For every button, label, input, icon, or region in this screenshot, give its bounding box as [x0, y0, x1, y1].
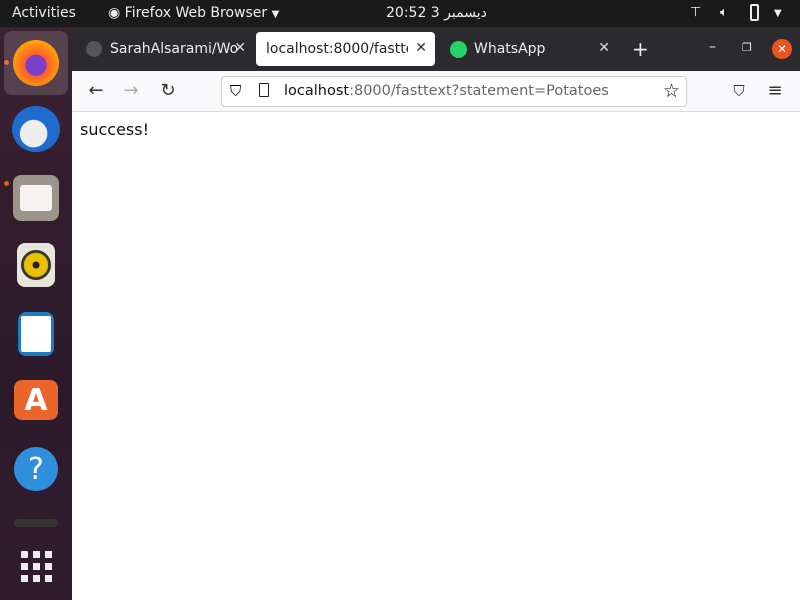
- tab-title: localhost:8000/fasttext: [266, 41, 408, 57]
- page-info-icon[interactable]: [259, 83, 269, 97]
- forward-button[interactable]: →: [120, 81, 142, 101]
- whatsapp-icon: [450, 40, 467, 58]
- speaker-icon: [21, 250, 51, 280]
- url-bar[interactable]: ⛉ localhost:8000/fasttext?statement=Pota…: [221, 76, 687, 107]
- activities-button[interactable]: Activities: [12, 5, 76, 21]
- battery-icon[interactable]: [750, 4, 759, 21]
- top-bar: Activities ◉ Firefox Web Browser ▼ 20:52…: [0, 0, 800, 27]
- dock-files[interactable]: [13, 175, 59, 221]
- tab-whatsapp[interactable]: WhatsApp ✕: [440, 32, 618, 66]
- running-indicator: [4, 181, 9, 186]
- volume-icon[interactable]: 🔈︎: [720, 5, 728, 20]
- thunderbird-icon: [12, 106, 60, 152]
- dock-terminal[interactable]: [14, 519, 58, 527]
- dock-thunderbird[interactable]: [12, 105, 60, 153]
- software-bag-icon: A: [24, 382, 48, 418]
- clock[interactable]: 20:52 3 ديسمبر: [386, 5, 487, 21]
- bookmark-star-icon[interactable]: ☆: [663, 80, 680, 102]
- dock-firefox[interactable]: [4, 31, 68, 95]
- pocket-icon[interactable]: ⛉: [728, 81, 750, 101]
- dock: A ?: [0, 27, 72, 600]
- tab-github[interactable]: SarahAlsarami/Wor ✕: [76, 32, 254, 66]
- close-tab-icon[interactable]: ✕: [598, 40, 610, 56]
- tab-title: SarahAlsarami/Wor: [110, 41, 238, 57]
- app-name: Firefox Web Browser: [124, 5, 268, 21]
- tab-title: WhatsApp: [474, 41, 546, 57]
- dock-libreoffice-writer[interactable]: [18, 312, 54, 356]
- tab-localhost[interactable]: localhost:8000/fasttext ✕: [256, 32, 435, 66]
- page-content: success!: [72, 112, 800, 600]
- menu-icon[interactable]: ≡: [764, 81, 786, 101]
- firefox-icon: ◉: [108, 5, 121, 21]
- nav-toolbar: ← → ↻ ⛉ localhost:8000/fasttext?statemen…: [72, 71, 800, 112]
- reload-button[interactable]: ↻: [157, 81, 179, 101]
- dock-help[interactable]: ?: [14, 447, 58, 491]
- dock-ubuntu-software[interactable]: A: [14, 380, 58, 420]
- network-icon[interactable]: ⊤: [690, 5, 701, 20]
- close-tab-icon[interactable]: ✕: [234, 40, 246, 56]
- github-icon: [86, 41, 102, 57]
- page-text: success!: [80, 120, 149, 139]
- dock-rhythmbox[interactable]: [17, 243, 55, 287]
- document-icon: [21, 316, 51, 352]
- tab-strip: SarahAlsarami/Wor ✕ localhost:8000/fastt…: [72, 27, 800, 71]
- help-icon: ?: [28, 451, 44, 487]
- folder-icon: [20, 185, 52, 211]
- restore-button[interactable]: ❐: [742, 41, 752, 54]
- minimize-button[interactable]: –: [709, 39, 716, 55]
- chevron-down-icon: ▼: [271, 9, 280, 20]
- url-text[interactable]: localhost:8000/fasttext?statement=Potato…: [284, 83, 609, 99]
- system-menu-chevron-icon[interactable]: ▼: [774, 8, 782, 19]
- close-window-button[interactable]: ✕: [772, 39, 792, 59]
- close-tab-icon[interactable]: ✕: [415, 40, 427, 56]
- show-applications-button[interactable]: [12, 542, 60, 590]
- new-tab-button[interactable]: +: [632, 37, 649, 61]
- firefox-icon: [13, 40, 59, 86]
- back-button[interactable]: ←: [85, 81, 107, 101]
- app-menu[interactable]: ◉ Firefox Web Browser ▼: [108, 5, 279, 21]
- shield-icon[interactable]: ⛉: [230, 82, 241, 100]
